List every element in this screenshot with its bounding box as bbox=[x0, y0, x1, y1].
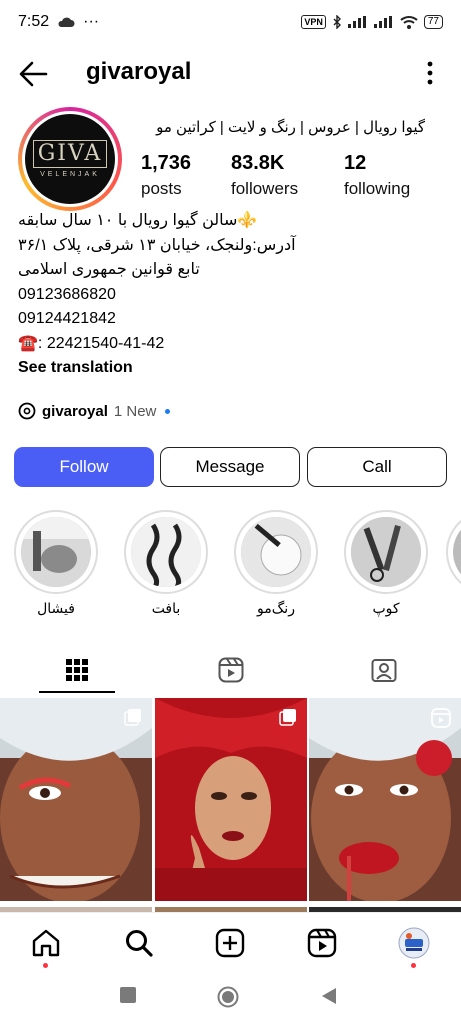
stat-posts-value: 1,736 bbox=[141, 152, 192, 174]
profile-bio: ⚜️سالن گیوا رویال با ۱۰ سال سابقه آدرس:و… bbox=[18, 209, 443, 381]
avatar-logo: GIVA bbox=[32, 140, 108, 168]
threads-icon bbox=[18, 402, 36, 420]
highlight-cover bbox=[131, 517, 201, 587]
signal-icon-2 bbox=[373, 16, 392, 28]
nav-reels[interactable] bbox=[306, 927, 338, 959]
carousel-icon bbox=[279, 709, 296, 726]
cloud-icon bbox=[58, 17, 75, 27]
reels-icon bbox=[218, 657, 244, 683]
tab-grid[interactable] bbox=[0, 645, 154, 695]
status-bar: 7:52 ··· VPN 77 bbox=[0, 0, 461, 44]
reel-icon bbox=[431, 708, 451, 728]
avatar: GIVA VELENJAK bbox=[25, 114, 115, 204]
post-thumbnail[interactable] bbox=[309, 698, 461, 901]
nav-home[interactable] bbox=[30, 927, 62, 968]
wifi-icon bbox=[400, 16, 418, 29]
stat-following[interactable]: 12 following bbox=[344, 152, 410, 199]
bluetooth-icon bbox=[333, 15, 341, 29]
tab-reels[interactable] bbox=[154, 645, 308, 695]
tagged-icon bbox=[371, 659, 397, 682]
notification-dot bbox=[43, 963, 48, 968]
profile-full-name: گیوا رویال | عروس | رنگ و لایت | کراتین … bbox=[156, 119, 425, 136]
highlight-cover bbox=[21, 517, 91, 587]
home-button-icon[interactable] bbox=[217, 986, 239, 1008]
bio-line: ⚜️سالن گیوا رویال با ۱۰ سال سابقه bbox=[18, 212, 258, 229]
call-button[interactable]: Call bbox=[307, 447, 447, 487]
stat-followers[interactable]: 83.8K followers bbox=[231, 152, 298, 199]
highlight-label: فیشال bbox=[37, 600, 75, 616]
threads-link[interactable]: givaroyal 1 New bbox=[18, 402, 171, 420]
highlight-cover bbox=[351, 517, 421, 587]
highlight-facial[interactable]: فیشال bbox=[14, 510, 98, 617]
bio-phone-3[interactable]: ☎️: 22421540-41-42 bbox=[18, 332, 443, 357]
threads-username: givaroyal bbox=[42, 402, 108, 420]
highlight-braid[interactable]: بافت bbox=[124, 510, 208, 617]
bio-line: تابع قوانین جمهوری اسلامی bbox=[18, 261, 200, 278]
active-tab-indicator bbox=[39, 691, 115, 693]
highlight-partial[interactable] bbox=[446, 510, 461, 594]
notification-dot bbox=[411, 963, 416, 968]
new-dot bbox=[165, 408, 171, 414]
reels-icon bbox=[307, 928, 337, 958]
follow-button[interactable]: Follow bbox=[14, 447, 154, 487]
avatar-story-ring[interactable]: GIVA VELENJAK bbox=[18, 107, 122, 211]
bottom-navigation bbox=[0, 912, 461, 974]
bio-phone-1[interactable]: 09123686820 bbox=[18, 283, 443, 308]
highlight-cover bbox=[241, 517, 311, 587]
recents-icon[interactable] bbox=[119, 986, 137, 1004]
see-translation-link[interactable]: See translation bbox=[18, 356, 443, 381]
page-title: givaroyal bbox=[86, 58, 192, 85]
vpn-badge: VPN bbox=[301, 15, 326, 29]
carousel-icon bbox=[124, 709, 141, 726]
back-triangle-icon[interactable] bbox=[320, 986, 338, 1006]
bio-phone-2[interactable]: 09124421842 bbox=[18, 307, 443, 332]
system-navigation bbox=[0, 976, 461, 1024]
home-icon bbox=[32, 929, 60, 957]
bio-address: آدرس:ولنجک، خیابان ۱۳ شرقی، پلاک ۳۶/۱ bbox=[18, 236, 296, 254]
nav-profile[interactable] bbox=[398, 927, 430, 968]
post-thumbnail[interactable] bbox=[155, 698, 307, 901]
profile-avatar bbox=[398, 927, 430, 959]
battery-indicator: 77 bbox=[423, 15, 443, 29]
stat-following-label: following bbox=[344, 179, 411, 198]
threads-new-badge: 1 New bbox=[113, 402, 157, 420]
avatar-logo-sub: VELENJAK bbox=[40, 171, 100, 178]
back-arrow-icon[interactable] bbox=[18, 60, 48, 88]
grid-icon bbox=[66, 659, 88, 681]
signal-icon bbox=[347, 16, 366, 28]
stat-posts[interactable]: 1,736 posts bbox=[141, 152, 191, 199]
highlight-label: کوپ bbox=[372, 600, 400, 616]
message-button[interactable]: Message bbox=[160, 447, 300, 487]
highlight-label: بافت bbox=[151, 600, 181, 616]
nav-search[interactable] bbox=[123, 927, 155, 959]
nav-create[interactable] bbox=[214, 927, 246, 959]
status-dots: ··· bbox=[83, 13, 100, 30]
profile-header: givaroyal bbox=[0, 52, 461, 96]
more-vertical-icon[interactable] bbox=[425, 60, 435, 86]
highlight-label: رنگ‌مو bbox=[257, 600, 295, 616]
stat-posts-label: posts bbox=[141, 179, 182, 198]
post-thumbnail[interactable] bbox=[0, 698, 152, 901]
profile-tabs bbox=[0, 645, 461, 695]
stat-following-value: 12 bbox=[344, 152, 367, 174]
status-time: 7:52 bbox=[18, 13, 50, 30]
highlight-haircut[interactable]: کوپ bbox=[344, 510, 428, 617]
search-icon bbox=[126, 930, 153, 957]
tab-tagged[interactable] bbox=[307, 645, 461, 695]
stat-followers-value: 83.8K bbox=[231, 152, 285, 174]
stat-followers-label: followers bbox=[231, 179, 299, 198]
highlight-hair-color[interactable]: رنگ‌مو bbox=[234, 510, 318, 617]
create-icon bbox=[215, 928, 245, 958]
